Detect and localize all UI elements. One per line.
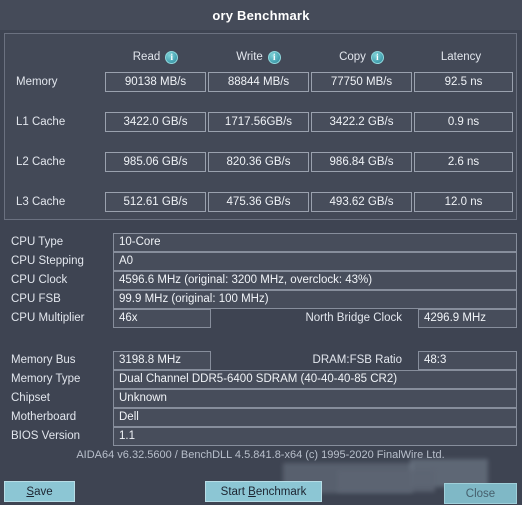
benchmark-value-latency: 12.0 ns <box>414 192 513 212</box>
benchmark-value-write: 820.36 GB/s <box>208 152 309 172</box>
memory-type-value: Dual Channel DDR5-6400 SDRAM (40-40-40-8… <box>113 370 517 389</box>
column-header-label: Copy <box>339 51 366 63</box>
cpu-multiplier-label: CPU Multiplier <box>11 312 85 324</box>
cpu-stepping-value: A0 <box>113 252 517 271</box>
benchmark-value-read: 512.61 GB/s <box>105 192 206 212</box>
dram-fsb-ratio-label: DRAM:FSB Ratio <box>312 354 402 366</box>
benchmark-value-read: 985.06 GB/s <box>105 152 206 172</box>
north-bridge-clock-label: North Bridge Clock <box>305 312 402 324</box>
cpu-stepping-label: CPU Stepping <box>11 255 84 267</box>
info-icon[interactable]: i <box>165 50 179 64</box>
benchmark-row: L2 Cache 985.06 GB/s 820.36 GB/s 986.84 GB/… <box>5 151 516 173</box>
start-benchmark-button[interactable]: Start Benchmark <box>205 481 322 502</box>
benchmark-row: L3 Cache 512.61 GB/s 475.36 GB/s 493.62 GB/… <box>5 191 516 213</box>
chipset-label: Chipset <box>11 392 50 404</box>
cpu-multiplier-value: 46x <box>113 309 211 328</box>
row-cpu-clock: CPU Clock 4596.6 MHz (original: 3200 MHz… <box>4 271 517 290</box>
column-header-copy: Copy i <box>311 48 412 66</box>
version-text: AIDA64 v6.32.5600 / BenchDLL 4.5.841.8-x… <box>76 449 445 461</box>
benchmark-value-write: 88844 MB/s <box>208 72 309 92</box>
start-benchmark-button-label: Start Benchmark <box>220 485 307 498</box>
row-cpu-fsb: CPU FSB 99.9 MHz (original: 100 MHz) <box>4 290 517 309</box>
cpu-fsb-label: CPU FSB <box>11 293 61 305</box>
benchmark-column-headers: Read i Write i Copy i Latency <box>5 48 516 66</box>
benchmark-value-copy: 986.84 GB/s <box>311 152 412 172</box>
benchmark-row-label: Memory <box>16 76 58 88</box>
benchmark-value-latency: 2.6 ns <box>414 152 513 172</box>
row-motherboard: Motherboard Dell <box>4 408 517 427</box>
column-header-read: Read i <box>105 48 206 66</box>
close-button-label: Close <box>465 487 496 500</box>
benchmark-row: L1 Cache 3422.0 GB/s 1717.56GB/s 3422.2 GB/… <box>5 111 516 133</box>
save-button-label: Save <box>26 485 53 498</box>
benchmark-value-latency: 0.9 ns <box>414 112 513 132</box>
cpu-info-table: CPU Type 10-Core CPU Stepping A0 CPU Clo… <box>4 233 517 328</box>
cpu-clock-value: 4596.6 MHz (original: 3200 MHz, overcloc… <box>113 271 517 290</box>
benchmark-results-panel: Read i Write i Copy i Latency Memory 90138 MB/s… <box>4 33 517 220</box>
close-button[interactable]: Close <box>444 483 517 504</box>
row-memory-bus: Memory Bus 3198.8 MHz DRAM:FSB Ratio 48:… <box>4 351 517 370</box>
info-icon[interactable]: i <box>267 50 281 64</box>
memory-bus-value: 3198.8 MHz <box>113 351 211 370</box>
benchmark-value-write: 475.36 GB/s <box>208 192 309 212</box>
cpu-clock-label: CPU Clock <box>11 274 68 286</box>
benchmark-value-copy: 77750 MB/s <box>311 72 412 92</box>
row-memory-type: Memory Type Dual Channel DDR5-6400 SDRAM… <box>4 370 517 389</box>
row-cpu-stepping: CPU Stepping A0 <box>4 252 517 271</box>
north-bridge-clock-value: 4296.9 MHz <box>418 309 517 328</box>
column-header-write: Write i <box>208 48 309 66</box>
benchmark-row-label: L1 Cache <box>16 116 66 128</box>
benchmark-row: Memory 90138 MB/s 88844 MB/s 77750 MB/s 92.5… <box>5 71 516 93</box>
memory-type-label: Memory Type <box>11 373 81 385</box>
column-header-label: Write <box>236 51 263 63</box>
motherboard-label: Motherboard <box>11 411 77 423</box>
window-title-bar: ory Benchmark <box>0 0 522 30</box>
row-cpu-multiplier: CPU Multiplier 46x North Bridge Clock 42… <box>4 309 517 328</box>
info-icon[interactable]: i <box>370 50 384 64</box>
benchmark-row-label: L3 Cache <box>16 196 66 208</box>
memory-bus-label: Memory Bus <box>11 354 76 366</box>
motherboard-value: Dell <box>113 408 517 427</box>
memory-info-table: Memory Bus 3198.8 MHz DRAM:FSB Ratio 48:… <box>4 351 517 446</box>
dram-fsb-ratio-value: 48:3 <box>418 351 517 370</box>
column-header-latency: Latency <box>414 48 513 66</box>
benchmark-value-read: 90138 MB/s <box>105 72 206 92</box>
row-chipset: Chipset Unknown <box>4 389 517 408</box>
cpu-type-label: CPU Type <box>11 236 64 248</box>
benchmark-row-label: L2 Cache <box>16 156 66 168</box>
save-button[interactable]: Save <box>4 481 75 502</box>
chipset-value: Unknown <box>113 389 517 408</box>
row-cpu-type: CPU Type 10-Core <box>4 233 517 252</box>
benchmark-value-read: 3422.0 GB/s <box>105 112 206 132</box>
column-header-label: Read <box>132 51 161 63</box>
cpu-fsb-value: 99.9 MHz (original: 100 MHz) <box>113 290 517 309</box>
benchmark-value-write: 1717.56GB/s <box>208 112 309 132</box>
column-header-label: Latency <box>440 51 482 63</box>
benchmark-value-copy: 493.62 GB/s <box>311 192 412 212</box>
benchmark-value-copy: 3422.2 GB/s <box>311 112 412 132</box>
benchmark-value-latency: 92.5 ns <box>414 72 513 92</box>
cpu-type-value: 10-Core <box>113 233 517 252</box>
page-title: ory Benchmark <box>212 7 310 23</box>
screenshot-blur-artifact <box>337 470 435 492</box>
